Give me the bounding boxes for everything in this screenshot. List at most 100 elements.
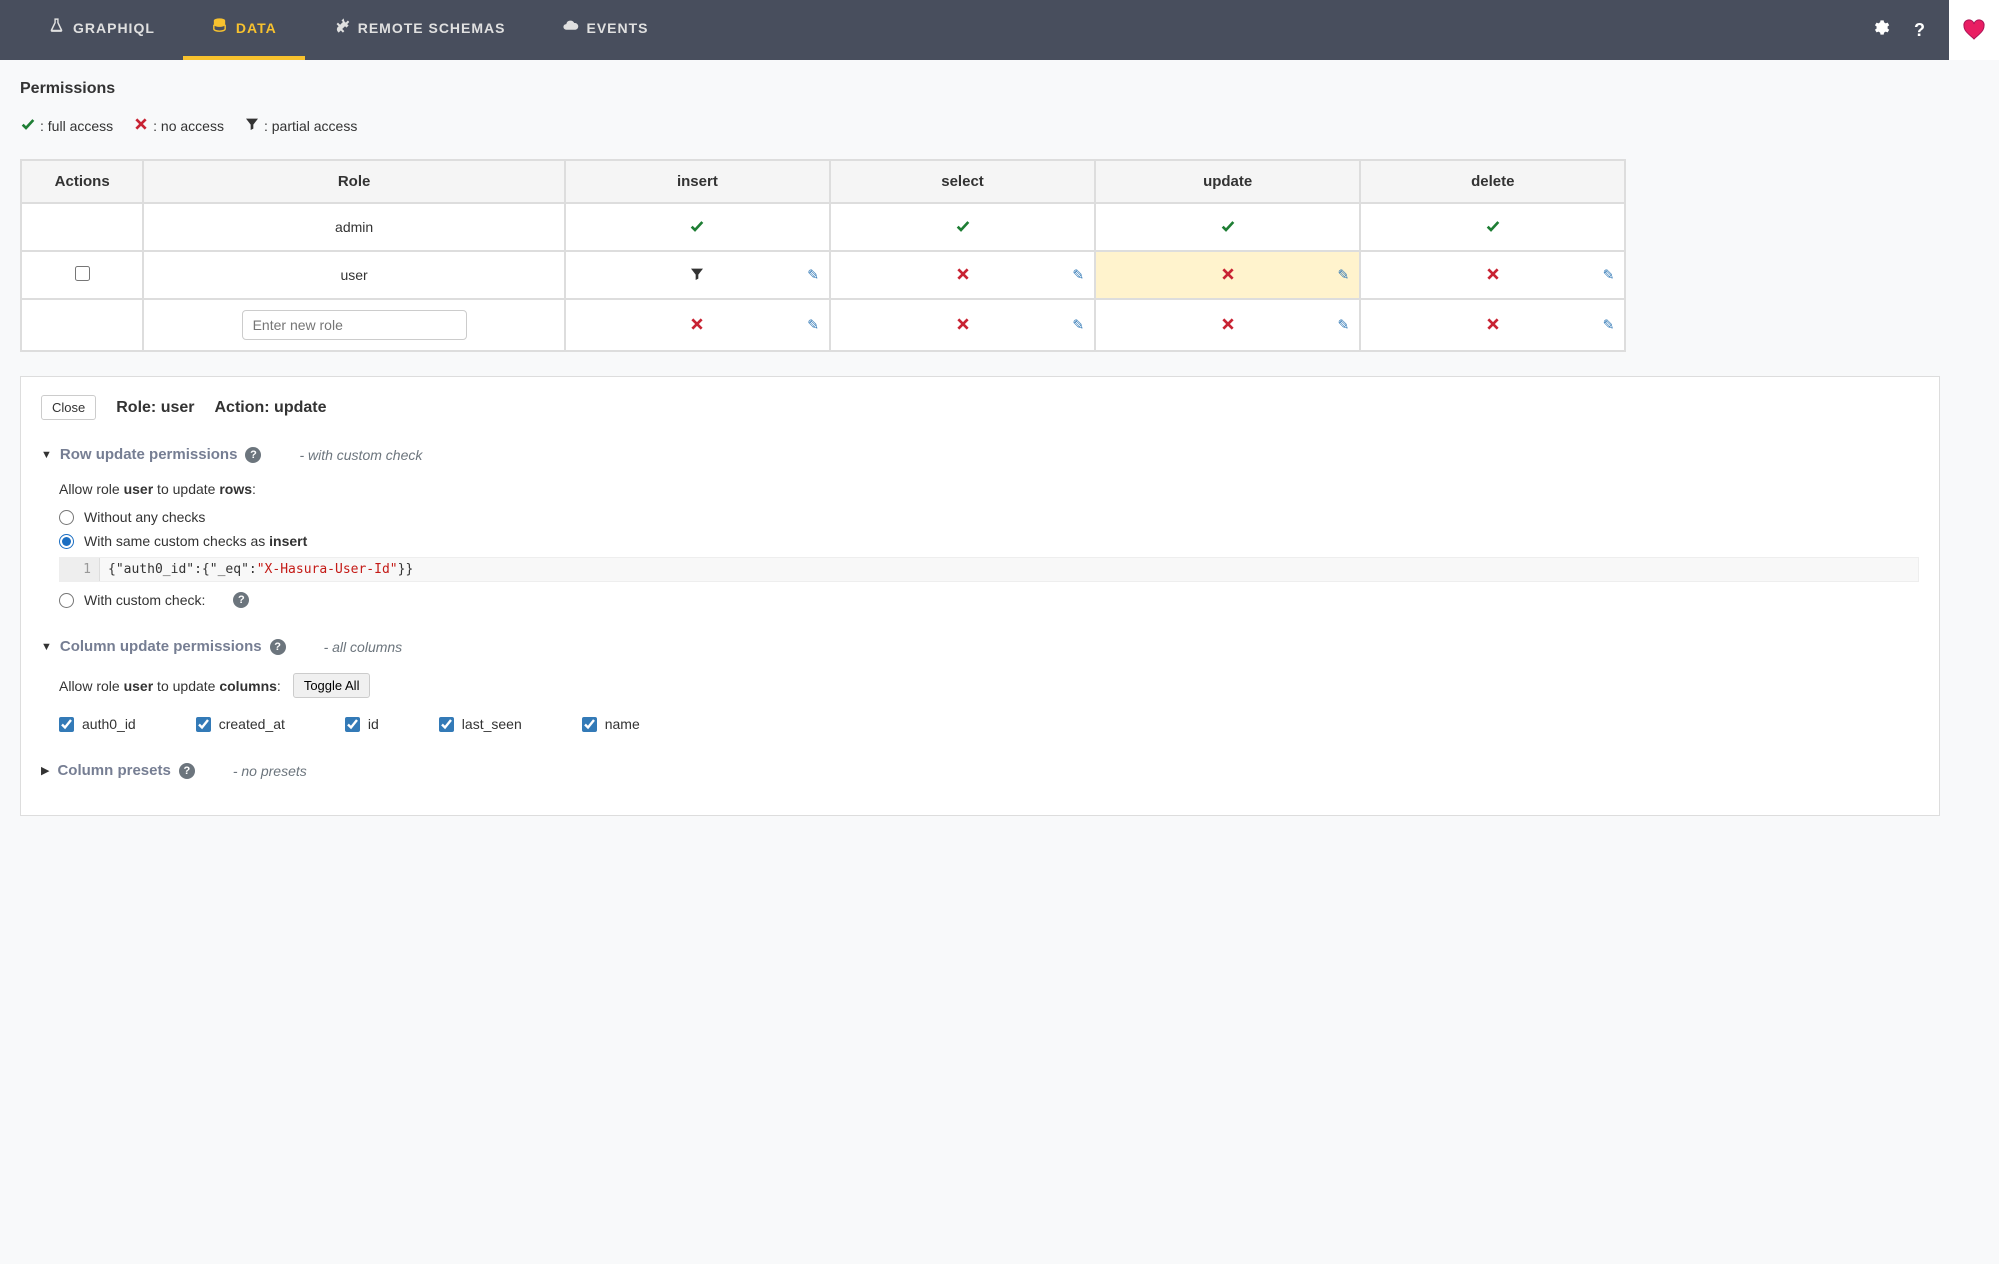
perm-row-new: ✎ ✎ ✎ ✎ [21,299,1625,351]
pencil-icon[interactable]: ✎ [1603,267,1615,284]
perm-cell-select[interactable] [830,203,1095,251]
new-role-input[interactable] [242,310,467,340]
pencil-icon[interactable]: ✎ [1603,317,1615,334]
legend-none-label: : no access [153,118,224,134]
nav-remote-schemas[interactable]: REMOTE SCHEMAS [305,0,534,60]
role-value: user [161,399,195,416]
cloud-icon [562,17,579,39]
allow-columns-line: Allow role user to update columns: [59,678,281,694]
help-icon[interactable]: ? [245,447,261,463]
pencil-icon[interactable]: ✎ [1072,317,1084,334]
column-checkbox[interactable] [196,717,211,732]
th-role: Role [143,160,564,203]
cross-icon [1485,269,1501,285]
check-icon [689,221,705,237]
role-header: Role: user [116,399,194,417]
radio-custom-check[interactable] [59,593,74,608]
close-button[interactable]: Close [41,395,96,420]
column-checkbox[interactable] [345,717,360,732]
th-select: select [830,160,1095,203]
legend: : full access : no access : partial acce… [20,116,1979,135]
column-name: auth0_id [82,716,136,732]
plug-icon [333,17,350,39]
toggle-all-button[interactable]: Toggle All [293,673,371,698]
perm-cell-delete[interactable] [1360,203,1625,251]
column-name: last_seen [462,716,522,732]
flask-icon [48,17,65,39]
row-perms-title: Row update permissions [60,446,238,463]
nav-graphiql[interactable]: GRAPHIQL [20,0,183,60]
nav-data[interactable]: DATA [183,0,305,60]
perm-cell-update[interactable]: ✎ [1095,299,1360,351]
help-icon[interactable]: ? [1914,20,1925,41]
perm-cell-select[interactable]: ✎ [830,299,1095,351]
pencil-icon[interactable]: ✎ [1337,317,1349,334]
pencil-icon[interactable]: ✎ [807,317,819,334]
perm-cell-select[interactable]: ✎ [830,251,1095,299]
radio-label-same-check: With same custom checks as insert [84,533,307,549]
cross-icon [1220,319,1236,335]
check-icon [1485,221,1501,237]
nav-label: GRAPHIQL [73,20,155,36]
nav-label: DATA [236,20,277,36]
column-checkbox[interactable] [59,717,74,732]
pencil-icon[interactable]: ✎ [1072,267,1084,284]
column-name: name [605,716,640,732]
cross-icon [955,319,971,335]
perm-cell-insert[interactable]: ✎ [565,251,830,299]
perm-cell-delete[interactable]: ✎ [1360,251,1625,299]
column-presets-section: ▶ Column presets ? - no presets [41,762,1919,779]
perm-row-user: user ✎ ✎ ✎ ✎ [21,251,1625,299]
nav-label: REMOTE SCHEMAS [358,20,506,36]
pencil-icon[interactable]: ✎ [807,267,819,284]
help-icon[interactable]: ? [179,763,195,779]
columns-list: auth0_id created_at id last_seen name [59,716,1919,732]
heart-box[interactable] [1949,0,1999,60]
col-check-name[interactable]: name [582,716,640,732]
row-perms-toggle[interactable]: ▼ Row update permissions ? - with custom… [41,446,1919,463]
permissions-table: Actions Role insert select update delete… [20,159,1626,352]
perm-cell-update[interactable]: ✎ [1095,251,1360,299]
role-cell: user [143,251,564,299]
perm-cell-delete[interactable]: ✎ [1360,299,1625,351]
check-icon [20,116,36,135]
presets-title: Column presets [57,762,170,779]
role-cell: admin [143,203,564,251]
col-check-id[interactable]: id [345,716,379,732]
radio-label-no-check: Without any checks [84,509,205,525]
permission-editor: Close Role: user Action: update ▼ Row up… [20,376,1940,816]
col-perms-toggle[interactable]: ▼ Column update permissions ? - all colu… [41,638,1919,655]
code-line: {"auth0_id":{"_eq":"X-Hasura-User-Id"}} [100,558,421,581]
column-permissions-section: ▼ Column update permissions ? - all colu… [41,638,1919,732]
top-nav: GRAPHIQL DATA REMOTE SCHEMAS EVENTS ? [0,0,1999,60]
cross-icon [955,269,971,285]
legend-partial-label: : partial access [264,118,357,134]
chevron-right-icon: ▶ [41,764,49,777]
gear-icon[interactable] [1871,18,1890,42]
col-check-auth0-id[interactable]: auth0_id [59,716,136,732]
action-label: Action: [215,399,275,416]
radio-no-check[interactable] [59,510,74,525]
col-check-last-seen[interactable]: last_seen [439,716,522,732]
th-update: update [1095,160,1360,203]
cross-icon [1220,269,1236,285]
page-title: Permissions [20,80,1979,98]
check-expression-code: 1 {"auth0_id":{"_eq":"X-Hasura-User-Id"}… [59,557,1919,582]
help-icon[interactable]: ? [270,639,286,655]
perm-cell-update[interactable] [1095,203,1360,251]
perm-cell-insert[interactable]: ✎ [565,299,830,351]
col-check-created-at[interactable]: created_at [196,716,285,732]
pencil-icon[interactable]: ✎ [1337,267,1349,284]
column-checkbox[interactable] [582,717,597,732]
row-checkbox[interactable] [75,266,90,281]
perm-cell-insert[interactable] [565,203,830,251]
nav-events[interactable]: EVENTS [534,0,677,60]
nav-label: EVENTS [587,20,649,36]
chevron-down-icon: ▼ [41,449,52,461]
help-icon[interactable]: ? [233,592,249,608]
column-checkbox[interactable] [439,717,454,732]
radio-same-check[interactable] [59,534,74,549]
cross-icon [689,319,705,335]
filter-icon [689,269,705,285]
presets-toggle[interactable]: ▶ Column presets ? - no presets [41,762,1919,779]
